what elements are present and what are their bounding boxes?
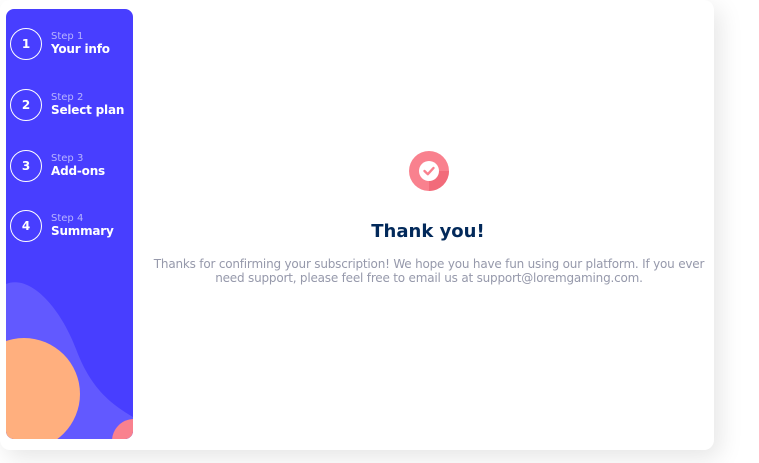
step-number: 4	[10, 210, 42, 242]
step-number: 3	[10, 150, 42, 182]
step-title: Add-ons	[51, 163, 105, 178]
step-title: Select plan	[51, 102, 125, 117]
sidebar: 1 Step 1 Your info 2 Step 2 Select plan …	[6, 9, 133, 439]
step-1[interactable]: 1 Step 1 Your info	[10, 28, 110, 60]
confirmation-title: Thank you!	[371, 221, 485, 242]
step-number: 2	[10, 89, 42, 121]
step-title: Summary	[51, 223, 114, 238]
step-number: 1	[10, 28, 42, 60]
confirmation-message: Thanks for confirming your subscription!…	[153, 257, 705, 285]
checkmark-icon	[409, 151, 449, 191]
step-title: Your info	[51, 41, 110, 56]
step-4[interactable]: 4 Step 4 Summary	[10, 210, 114, 242]
confirmation-panel: Thank you! Thanks for confirming your su…	[148, 9, 708, 439]
form-card: 1 Step 1 Your info 2 Step 2 Select plan …	[0, 0, 714, 450]
step-2[interactable]: 2 Step 2 Select plan	[10, 89, 124, 121]
step-3[interactable]: 3 Step 3 Add-ons	[10, 150, 105, 182]
